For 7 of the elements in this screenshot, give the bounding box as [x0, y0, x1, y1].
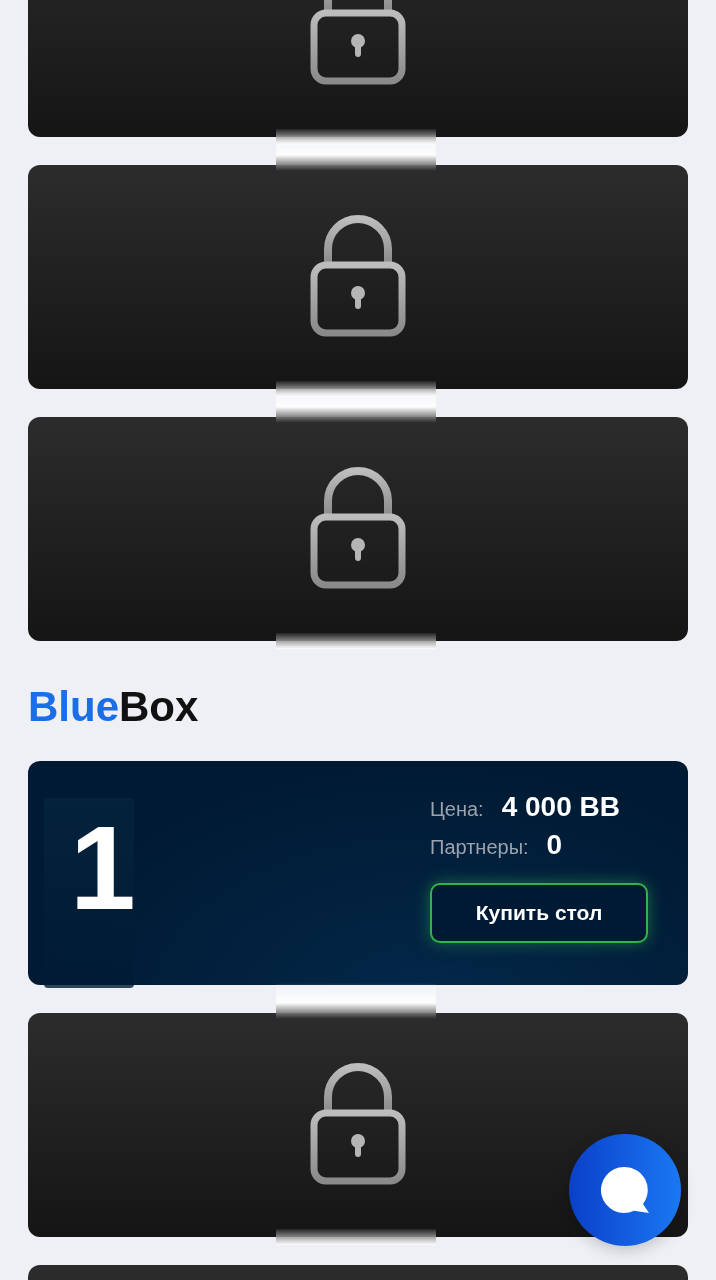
price-label: Цена:: [430, 798, 484, 821]
partners-value: 0: [546, 829, 563, 861]
section-title: BlueBox: [28, 682, 200, 732]
partners-label: Партнеры:: [430, 836, 529, 859]
buy-table-button[interactable]: Купить стол: [430, 883, 648, 943]
price-value: 4 000 BB: [501, 791, 620, 823]
table-number: 1: [70, 802, 136, 934]
